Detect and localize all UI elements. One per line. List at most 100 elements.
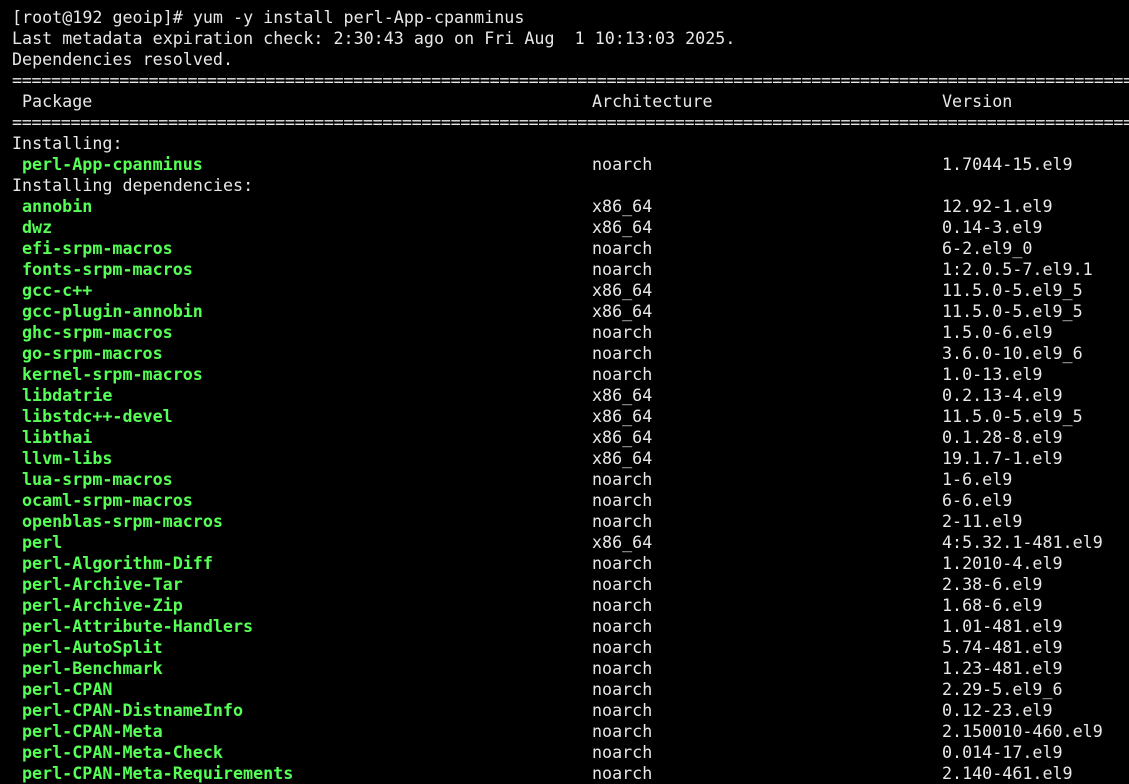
package-architecture: noarch — [592, 490, 653, 510]
package-version: 1.23-481.el9 — [942, 658, 1063, 678]
package-architecture: noarch — [592, 511, 653, 531]
table-row: gcc-c++ x86_64 11.5.0-5.el9_5 — [12, 280, 1129, 301]
package-architecture: noarch — [592, 637, 653, 657]
table-row: lua-srpm-macros noarch 1-6.el9 — [12, 469, 1129, 490]
table-row: openblas-srpm-macros noarch 2-11.el9 — [12, 511, 1129, 532]
command-prompt-line: [root@192 geoip]# yum -y install perl-Ap… — [12, 7, 525, 27]
package-version: 1.7044-15.el9 — [942, 154, 1073, 174]
package-version: 2.38-6.el9 — [942, 574, 1043, 594]
package-architecture: noarch — [592, 154, 653, 174]
package-version: 0.1.28-8.el9 — [942, 427, 1063, 447]
installing-dependencies-label: Installing dependencies: — [12, 175, 254, 195]
table-row: gcc-plugin-annobin x86_64 11.5.0-5.el9_5 — [12, 301, 1129, 322]
package-architecture: x86_64 — [592, 217, 653, 237]
table-row: perl-AutoSplit noarch 5.74-481.el9 — [12, 637, 1129, 658]
package-name: libdatrie — [22, 385, 113, 405]
installing-list: perl-App-cpanminus noarch 1.7044-15.el9 — [12, 154, 1129, 175]
package-version: 2.29-5.el9_6 — [942, 679, 1063, 699]
table-row: perl-Algorithm-Diff noarch 1.2010-4.el9 — [12, 553, 1129, 574]
package-architecture: x86_64 — [592, 385, 653, 405]
package-name: go-srpm-macros — [22, 343, 163, 363]
package-name: fonts-srpm-macros — [22, 259, 193, 279]
package-version: 4:5.32.1-481.el9 — [942, 532, 1103, 552]
table-row: perl-App-cpanminus noarch 1.7044-15.el9 — [12, 154, 1129, 175]
terminal-window[interactable]: [root@192 geoip]# yum -y install perl-Ap… — [0, 0, 1129, 783]
package-architecture: noarch — [592, 238, 653, 258]
table-row: ocaml-srpm-macros noarch 6-6.el9 — [12, 490, 1129, 511]
package-name: gcc-c++ — [22, 280, 93, 300]
table-row: kernel-srpm-macros noarch 1.0-13.el9 — [12, 364, 1129, 385]
package-name: perl-CPAN-Meta-Check — [22, 742, 223, 762]
table-row: perl-Attribute-Handlers noarch 1.01-481.el… — [12, 616, 1129, 637]
dependencies-list: annobin x86_64 12.92-1.el9 dwz x86_64 0.14-3.… — [12, 196, 1129, 784]
package-version: 6-6.el9 — [942, 490, 1013, 510]
package-name: perl-Benchmark — [22, 658, 163, 678]
metadata-expiration-line: Last metadata expiration check: 2:30:43 … — [12, 28, 736, 48]
header-package: Package — [22, 91, 93, 111]
package-architecture: noarch — [592, 721, 653, 741]
package-architecture: noarch — [592, 679, 653, 699]
table-row: perl-Archive-Tar noarch 2.38-6.el9 — [12, 574, 1129, 595]
table-row: perl-CPAN-Meta-Check noarch 0.014-17.el9 — [12, 742, 1129, 763]
package-architecture: noarch — [592, 700, 653, 720]
package-version: 0.014-17.el9 — [942, 742, 1063, 762]
package-name: ghc-srpm-macros — [22, 322, 173, 342]
package-name: dwz — [22, 217, 53, 237]
package-name: perl-App-cpanminus — [22, 154, 203, 174]
table-row: perl-CPAN-Meta noarch 2.150010-460.el9 — [12, 721, 1129, 742]
package-version: 11.5.0-5.el9_5 — [942, 280, 1083, 300]
separator-bottom: ========================================… — [12, 112, 1129, 132]
table-row: perl-CPAN noarch 2.29-5.el9_6 — [12, 679, 1129, 700]
package-version: 0.14-3.el9 — [942, 217, 1043, 237]
table-row: llvm-libs x86_64 19.1.7-1.el9 — [12, 448, 1129, 469]
table-row: fonts-srpm-macros noarch 1:2.0.5-7.el9.1 — [12, 259, 1129, 280]
package-name: perl — [22, 532, 63, 552]
package-name: lua-srpm-macros — [22, 469, 173, 489]
package-name: perl-Attribute-Handlers — [22, 616, 254, 636]
package-version: 5.74-481.el9 — [942, 637, 1063, 657]
package-version: 0.12-23.el9 — [942, 700, 1053, 720]
table-row: perl-Benchmark noarch 1.23-481.el9 — [12, 658, 1129, 679]
table-row: perl x86_64 4:5.32.1-481.el9 — [12, 532, 1129, 553]
package-architecture: noarch — [592, 364, 653, 384]
package-architecture: noarch — [592, 763, 653, 783]
table-row: libdatrie x86_64 0.2.13-4.el9 — [12, 385, 1129, 406]
package-version: 1.5.0-6.el9 — [942, 322, 1053, 342]
header-version: Version — [942, 91, 1013, 111]
package-name: perl-CPAN-DistnameInfo — [22, 700, 244, 720]
package-version: 11.5.0-5.el9_5 — [942, 301, 1083, 321]
package-version: 11.5.0-5.el9_5 — [942, 406, 1083, 426]
table-row: perl-CPAN-Meta-Requirements noarch 2.140-4… — [12, 763, 1129, 784]
header-architecture: Architecture — [592, 91, 713, 111]
package-version: 6-2.el9_0 — [942, 238, 1033, 258]
package-name: efi-srpm-macros — [22, 238, 173, 258]
table-row: ghc-srpm-macros noarch 1.5.0-6.el9 — [12, 322, 1129, 343]
table-row: perl-CPAN-DistnameInfo noarch 0.12-23.el9 — [12, 700, 1129, 721]
package-name: ocaml-srpm-macros — [22, 490, 193, 510]
package-name: kernel-srpm-macros — [22, 364, 203, 384]
package-name: annobin — [22, 196, 93, 216]
package-name: perl-CPAN — [22, 679, 113, 699]
table-row: libstdc++-devel x86_64 11.5.0-5.el9_5 — [12, 406, 1129, 427]
package-version: 12.92-1.el9 — [942, 196, 1053, 216]
package-version: 1.01-481.el9 — [942, 616, 1063, 636]
package-name: perl-CPAN-Meta — [22, 721, 163, 741]
package-name: perl-AutoSplit — [22, 637, 163, 657]
package-architecture: x86_64 — [592, 448, 653, 468]
package-version: 3.6.0-10.el9_6 — [942, 343, 1083, 363]
package-version: 2.150010-460.el9 — [942, 721, 1103, 741]
package-name: libstdc++-devel — [22, 406, 173, 426]
package-name: perl-Archive-Tar — [22, 574, 183, 594]
package-architecture: noarch — [592, 616, 653, 636]
separator-top: ========================================… — [12, 70, 1129, 90]
package-architecture: noarch — [592, 469, 653, 489]
package-version: 1-6.el9 — [942, 469, 1013, 489]
package-name: gcc-plugin-annobin — [22, 301, 203, 321]
package-version: 1:2.0.5-7.el9.1 — [942, 259, 1093, 279]
package-name: perl-CPAN-Meta-Requirements — [22, 763, 294, 783]
table-row: annobin x86_64 12.92-1.el9 — [12, 196, 1129, 217]
package-architecture: noarch — [592, 595, 653, 615]
package-version: 0.2.13-4.el9 — [942, 385, 1063, 405]
package-version: 19.1.7-1.el9 — [942, 448, 1063, 468]
table-header: Package Architecture Version — [12, 91, 1129, 112]
